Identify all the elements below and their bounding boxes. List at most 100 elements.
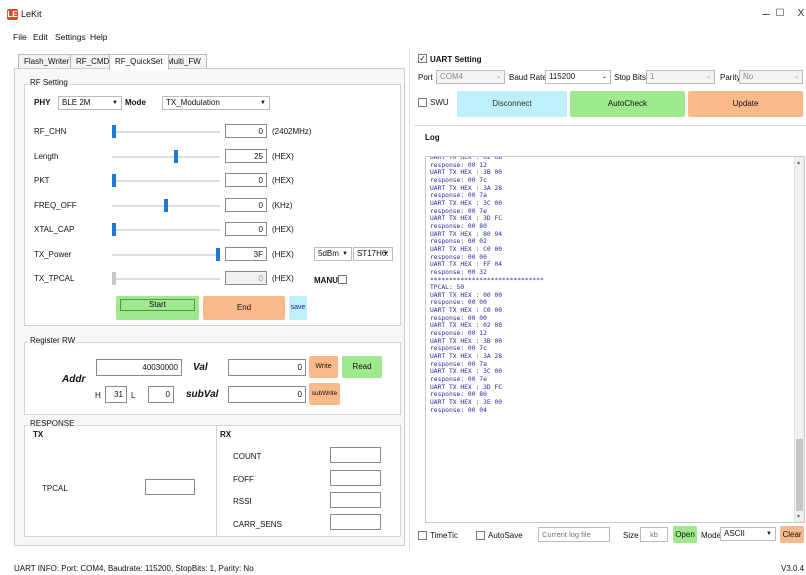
port-label: Port (418, 73, 433, 82)
tx-power-input[interactable]: 3F (225, 247, 267, 261)
tx-tpcal-input[interactable]: 0 (225, 271, 267, 285)
length-slider[interactable] (174, 150, 178, 163)
rf-chn-input[interactable]: 0 (225, 124, 267, 138)
foff-label: FOFF (233, 475, 254, 484)
chevron-down-icon: ▼ (260, 100, 266, 106)
menu-help[interactable]: Help (90, 32, 107, 42)
pkt-slider[interactable] (112, 174, 116, 187)
xtal-cap-input[interactable]: 0 (225, 222, 267, 236)
freq-off-label: FREQ_OFF (34, 201, 77, 210)
mode-select[interactable]: TX_Modulation ▼ (162, 96, 270, 110)
phy-select[interactable]: BLE 2M ▼ (58, 96, 122, 110)
power-value: 5dBm (318, 249, 339, 258)
autocheck-button[interactable]: AutoCheck (570, 91, 685, 117)
freq-off-slider[interactable] (164, 199, 168, 212)
read-button[interactable]: Read (342, 356, 382, 378)
subwrite-button[interactable]: subWrite (309, 383, 340, 405)
log-mode-select[interactable]: ASCII ▼ (720, 527, 776, 541)
splitter[interactable] (409, 48, 410, 550)
tx-power-slider[interactable] (216, 248, 220, 261)
manu-checkbox[interactable] (338, 275, 347, 284)
val-input[interactable]: 0 (228, 359, 306, 376)
open-button[interactable]: Open (673, 526, 697, 543)
port-select[interactable]: COM4 ⌄ (436, 70, 505, 84)
baud-label: Baud Rate (509, 73, 547, 82)
baud-value: 115200 (549, 72, 576, 81)
update-button[interactable]: Update (688, 91, 803, 117)
response-label: RESPONSE (28, 419, 77, 428)
pkt-input[interactable]: 0 (225, 173, 267, 187)
rf-chn-label: RF_CHN (34, 127, 67, 136)
log-line: UART TX HEX : 3E 00 (430, 399, 503, 406)
power-select[interactable]: 5dBm ▼ (314, 247, 352, 261)
log-line: response: 00 00 (430, 314, 487, 322)
foff-output (330, 470, 381, 486)
parity-select[interactable]: No ⌄ (739, 70, 803, 84)
autosave-checkbox[interactable] (476, 531, 485, 540)
end-button[interactable]: End (203, 296, 285, 320)
swu-checkbox[interactable] (418, 98, 427, 107)
menu-file[interactable]: File (13, 32, 27, 42)
tx-tpcal-unit: (HEX) (272, 274, 294, 283)
separator (414, 125, 806, 126)
rf-chn-slider[interactable] (112, 125, 116, 138)
menu-edit[interactable]: Edit (33, 32, 48, 42)
log-line: response: 00 7e (430, 376, 487, 384)
log-line: UART TX HEX : C0 00 (430, 307, 503, 315)
clear-button[interactable]: Clear (780, 526, 804, 543)
uart-setting-checkbox[interactable]: ✓ (418, 54, 427, 63)
scroll-up-icon[interactable]: ▴ (797, 159, 800, 166)
xtal-cap-unit: (HEX) (272, 225, 294, 234)
log-mode-value: ASCII (724, 529, 745, 538)
tpcal-output (145, 479, 195, 495)
log-line: UART TX HEX : 3B 00 (430, 169, 503, 177)
chip-select[interactable]: ST17H6: ▼ (353, 247, 393, 261)
baud-select[interactable]: 115200 ⌄ (545, 70, 611, 84)
write-button[interactable]: Write (309, 356, 338, 378)
menu-bar: File Edit Settings Help (0, 30, 806, 44)
menu-settings[interactable]: Settings (55, 32, 86, 42)
mode-label: Mode (701, 531, 722, 540)
freq-off-input[interactable]: 0 (225, 198, 267, 212)
l-input[interactable]: 0 (148, 386, 174, 403)
maximize-button[interactable]: ☐ (773, 8, 787, 19)
h-input[interactable]: 31 (105, 386, 127, 403)
xtal-cap-slider[interactable] (112, 223, 116, 236)
save-button[interactable]: save (289, 296, 307, 320)
register-rw-label: Register RW (28, 336, 78, 345)
close-button[interactable]: X (794, 8, 806, 19)
parity-label: Parity (720, 73, 741, 82)
xtal-cap-label: XTAL_CAP (34, 225, 75, 234)
scroll-thumb[interactable] (796, 439, 803, 511)
app-logo: LE (7, 9, 18, 20)
log-line: response: 00 12 (430, 330, 487, 338)
chevron-down-icon: ⌄ (705, 74, 711, 80)
pkt-label: PKT (34, 176, 50, 185)
chevron-down-icon: ⌄ (495, 74, 501, 80)
scroll-down-icon[interactable]: ▾ (797, 513, 800, 520)
tx-power-track (112, 254, 220, 256)
version-label: V3.0.4 (781, 564, 805, 573)
log-line: TPCAL: 50 (430, 284, 465, 292)
log-line: response: 00 02 (430, 238, 487, 246)
minimize-button[interactable]: – (759, 6, 773, 21)
addr-input[interactable]: 40030000 (96, 359, 182, 376)
disconnect-button[interactable]: Disconnect (457, 91, 567, 117)
start-button[interactable]: Start (116, 296, 199, 320)
log-line: response: 00 00 (430, 299, 487, 307)
swu-label: SWU (430, 98, 449, 107)
log-line: UART TX HEX : 3C 00 (430, 199, 503, 207)
size-input[interactable] (640, 527, 668, 542)
subval-input[interactable]: 0 (228, 386, 306, 403)
log-view[interactable]: UART TX HEX : 02 08 response: 00 12 UART T… (425, 156, 805, 523)
log-line: response: 00 7c (430, 176, 487, 184)
length-input[interactable]: 25 (225, 149, 267, 163)
tpcal-label: TPCAL (42, 484, 68, 493)
tx-tpcal-slider[interactable] (112, 272, 116, 285)
tab-rf-quickset[interactable]: RF_QuickSet (109, 54, 169, 70)
log-scrollbar[interactable]: ▴ ▾ (794, 157, 804, 522)
stop-bits-select[interactable]: 1 ⌄ (646, 70, 715, 84)
timetic-checkbox[interactable] (418, 531, 427, 540)
log-file-input[interactable] (538, 527, 610, 542)
tab-flash-writer[interactable]: Flash_Writer (18, 54, 76, 69)
